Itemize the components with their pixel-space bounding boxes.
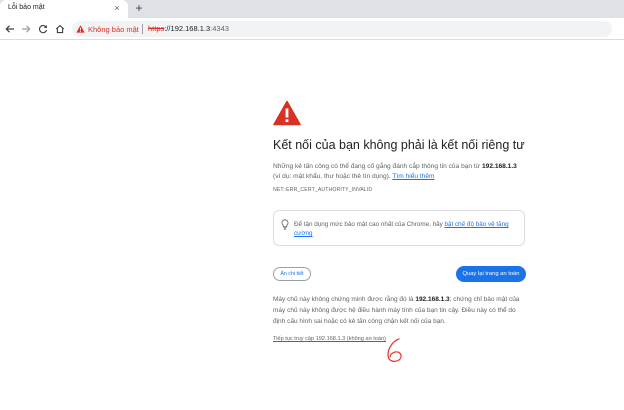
warning-description-text: Những kẻ tấn công có thể đang cố gắng đá… (273, 163, 482, 170)
back-to-safety-button[interactable]: Quay lại trang an toàn (456, 266, 526, 282)
warning-triangle-icon (76, 25, 85, 33)
home-button[interactable] (53, 22, 67, 36)
url-text: https://192.168.1.3:4343 (148, 24, 229, 33)
handwritten-annotation (387, 338, 402, 362)
hide-details-button[interactable]: Ẩn chi tiết (273, 267, 311, 281)
details-host: 192.168.1.3 (415, 296, 450, 303)
url-port: :4343 (210, 24, 229, 33)
enhanced-protection-text: Để tận dụng mức bảo mật cao nhất của Chr… (294, 220, 522, 238)
home-icon (55, 24, 65, 34)
tab-title: Lỗi bảo mật (8, 4, 45, 11)
security-chip-label: Không bảo mật (88, 24, 139, 34)
warning-triangle-icon (273, 100, 301, 126)
page-title: Kết nối của bạn không phải là kết nối ri… (273, 138, 525, 152)
lightbulb-icon (281, 219, 289, 230)
learn-more-link[interactable]: Tìm hiểu thêm (392, 173, 434, 180)
security-chip[interactable]: Không bảo mật (76, 23, 139, 35)
browser-toolbar: Không bảo mật https://192.168.1.3:4343 (0, 18, 624, 40)
forward-button[interactable] (19, 22, 33, 36)
reload-icon (38, 25, 48, 34)
error-code: NET::ERR_CERT_AUTHORITY_INVALID (273, 187, 373, 193)
enhanced-protection-box: Để tận dụng mức bảo mật cao nhất của Chr… (273, 210, 525, 246)
tab-strip: Lỗi bảo mật × + (0, 0, 624, 18)
url-host: ://192.168.1.3 (164, 24, 211, 33)
new-tab-button[interactable]: + (132, 1, 146, 15)
details-text: Máy chủ này không chứng minh được rằng đ… (273, 296, 416, 303)
reload-button[interactable] (36, 22, 50, 36)
forward-arrow-icon (22, 25, 31, 33)
tab-active[interactable]: Lỗi bảo mật × (0, 0, 128, 18)
address-bar[interactable]: Không bảo mật https://192.168.1.3:4343 (72, 21, 612, 37)
back-button[interactable] (3, 22, 17, 36)
host-name: 192.168.1.3 (482, 163, 517, 170)
proceed-unsafe-link[interactable]: Tiếp tục truy cập 192.168.1.3 (không an … (273, 336, 386, 342)
back-arrow-icon (5, 25, 14, 33)
tab-close-button[interactable]: × (112, 3, 122, 13)
enhanced-protection-prefix: Để tận dụng mức bảo mật cao nhất của Chr… (294, 221, 445, 228)
url-scheme: https (148, 24, 165, 33)
details-description: Máy chủ này không chứng minh được rằng đ… (273, 294, 525, 327)
omnibox-divider (142, 24, 143, 34)
warning-description: Những kẻ tấn công có thể đang cố gắng đá… (273, 162, 523, 182)
warning-description-text-2: (ví dụ: mật khẩu, thư hoặc thẻ tín dụng)… (273, 173, 393, 180)
